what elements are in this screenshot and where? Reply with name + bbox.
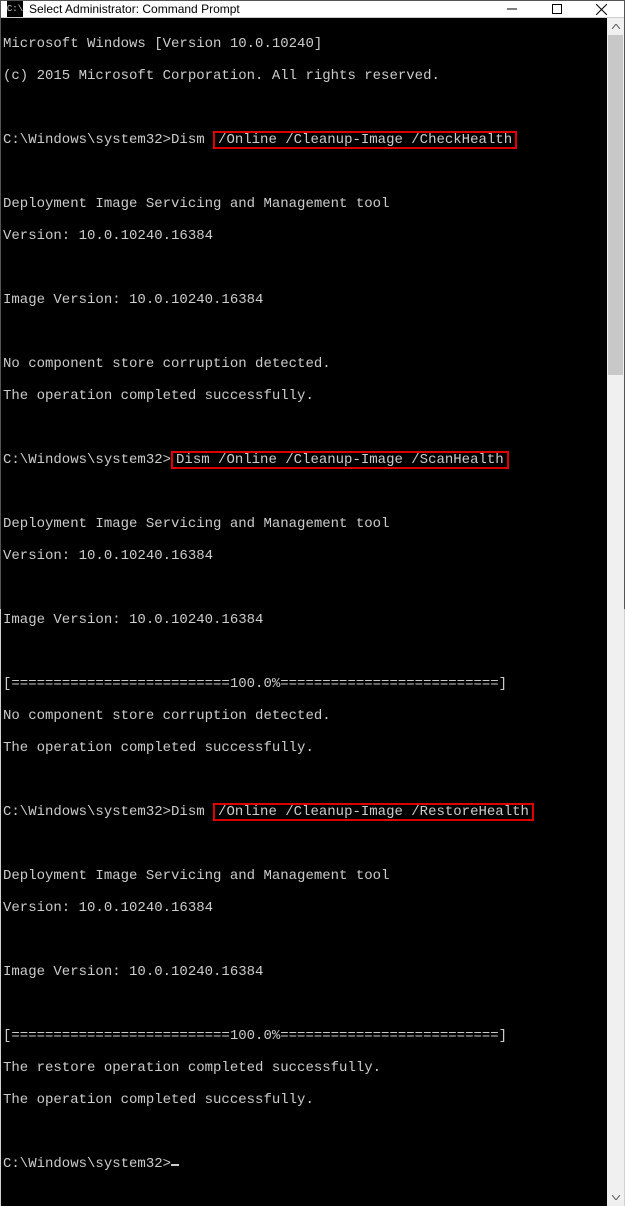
output-line: Deployment Image Servicing and Managemen… bbox=[3, 516, 605, 532]
command-line: C:\Windows\system32>Dism /Online /Cleanu… bbox=[3, 132, 605, 148]
chevron-up-icon bbox=[612, 24, 620, 29]
output-line: The operation completed successfully. bbox=[3, 1092, 605, 1108]
app-icon: C:\ bbox=[7, 1, 23, 17]
scrollbar-track[interactable] bbox=[607, 35, 624, 1189]
output-line: No component store corruption detected. bbox=[3, 708, 605, 724]
command-text: Dism bbox=[171, 804, 213, 820]
minimize-icon bbox=[507, 4, 517, 14]
output-line: [==========================100.0%=======… bbox=[3, 1028, 605, 1044]
command-text: Dism bbox=[171, 132, 213, 148]
maximize-icon bbox=[552, 4, 562, 14]
chevron-down-icon bbox=[612, 1195, 620, 1200]
output-line: [==========================100.0%=======… bbox=[3, 676, 605, 692]
prompt: C:\Windows\system32> bbox=[3, 132, 171, 148]
titlebar[interactable]: C:\ Select Administrator: Command Prompt bbox=[1, 1, 624, 18]
output-line: Microsoft Windows [Version 10.0.10240] bbox=[3, 36, 605, 52]
command-prompt-window: C:\ Select Administrator: Command Prompt… bbox=[0, 0, 625, 609]
maximize-button[interactable] bbox=[534, 1, 579, 17]
output-line: Version: 10.0.10240.16384 bbox=[3, 900, 605, 916]
command-line: C:\Windows\system32>Dism /Online /Cleanu… bbox=[3, 804, 605, 820]
output-line: Deployment Image Servicing and Managemen… bbox=[3, 868, 605, 884]
prompt: C:\Windows\system32> bbox=[3, 1156, 171, 1172]
highlight-box: Dism /Online /Cleanup-Image /ScanHealth bbox=[171, 451, 509, 469]
minimize-button[interactable] bbox=[489, 1, 534, 17]
output-line: (c) 2015 Microsoft Corporation. All righ… bbox=[3, 68, 605, 84]
output-line: Version: 10.0.10240.16384 bbox=[3, 228, 605, 244]
output-line: Image Version: 10.0.10240.16384 bbox=[3, 612, 605, 628]
close-icon bbox=[596, 4, 607, 15]
scrollbar-thumb[interactable] bbox=[608, 35, 623, 375]
highlight-box: /Online /Cleanup-Image /CheckHealth bbox=[213, 131, 517, 149]
scroll-down-button[interactable] bbox=[607, 1189, 624, 1206]
prompt: C:\Windows\system32> bbox=[3, 452, 171, 468]
command-line: C:\Windows\system32>Dism /Online /Cleanu… bbox=[3, 452, 605, 468]
output-line: The restore operation completed successf… bbox=[3, 1060, 605, 1076]
terminal-output[interactable]: Microsoft Windows [Version 10.0.10240] (… bbox=[1, 18, 607, 1206]
output-line: The operation completed successfully. bbox=[3, 388, 605, 404]
cursor bbox=[171, 1164, 179, 1166]
highlight-box: /Online /Cleanup-Image /RestoreHealth bbox=[213, 803, 534, 821]
output-line: No component store corruption detected. bbox=[3, 356, 605, 372]
close-button[interactable] bbox=[579, 1, 624, 17]
output-line: Deployment Image Servicing and Managemen… bbox=[3, 196, 605, 212]
scroll-up-button[interactable] bbox=[607, 18, 624, 35]
terminal-area: Microsoft Windows [Version 10.0.10240] (… bbox=[1, 18, 624, 1206]
prompt: C:\Windows\system32> bbox=[3, 804, 171, 820]
output-line: The operation completed successfully. bbox=[3, 740, 605, 756]
output-line: Image Version: 10.0.10240.16384 bbox=[3, 964, 605, 980]
vertical-scrollbar[interactable] bbox=[607, 18, 624, 1206]
window-title: Select Administrator: Command Prompt bbox=[29, 2, 240, 16]
output-line: Version: 10.0.10240.16384 bbox=[3, 548, 605, 564]
window-controls bbox=[489, 1, 624, 17]
output-line: Image Version: 10.0.10240.16384 bbox=[3, 292, 605, 308]
command-line: C:\Windows\system32> bbox=[3, 1156, 605, 1172]
